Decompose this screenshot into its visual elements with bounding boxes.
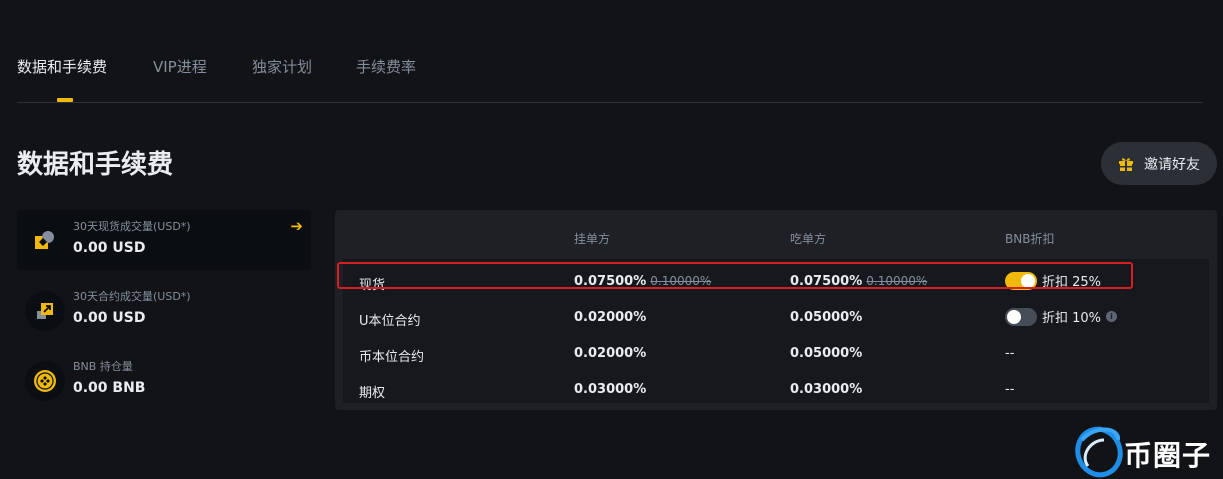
gift-icon bbox=[1118, 156, 1134, 172]
stat-value: 0.00 BNB bbox=[73, 380, 146, 396]
header-taker: 吃单方 bbox=[790, 232, 827, 246]
invite-friends-button[interactable]: 邀请好友 bbox=[1101, 142, 1217, 185]
bnb-discount: 折扣 10% i bbox=[1005, 307, 1118, 326]
tab-data-and-fees[interactable]: 数据和手续费 bbox=[17, 56, 107, 77]
stat-spot-volume[interactable]: 30天现货成交量(USD*) 0.00 USD ➔ bbox=[17, 210, 311, 270]
table-row: 期权 0.03000% 0.03000% -- bbox=[335, 372, 1217, 408]
tab-fee-rates[interactable]: 手续费率 bbox=[356, 56, 416, 77]
spot-volume-icon bbox=[25, 221, 65, 261]
taker-fee: 0.05000% bbox=[790, 346, 863, 361]
taker-fee: 0.05000% bbox=[790, 310, 863, 325]
invite-friends-label: 邀请好友 bbox=[1144, 156, 1200, 173]
watermark-text: 币圈子 bbox=[1124, 439, 1212, 472]
stat-value: 0.00 USD bbox=[73, 310, 146, 326]
highlight-box bbox=[337, 262, 1133, 289]
fee-table: 挂单方 吃单方 BNB折扣 现货 0.07500% 0.10000% 0.0750… bbox=[335, 210, 1217, 410]
bnb-discount-toggle[interactable] bbox=[1005, 307, 1037, 326]
table-row: 币本位合约 0.02000% 0.05000% -- bbox=[335, 336, 1217, 372]
info-icon[interactable]: i bbox=[1106, 311, 1118, 322]
taker-fee: 0.03000% bbox=[790, 382, 863, 397]
watermark: 币圈子 bbox=[1072, 420, 1222, 479]
row-name: U本位合约 bbox=[359, 314, 421, 329]
header-maker: 挂单方 bbox=[574, 232, 611, 246]
stat-label: 30天合约成交量(USD*) bbox=[73, 290, 191, 303]
tab-vip-progress[interactable]: VIP进程 bbox=[153, 56, 207, 77]
page-title: 数据和手续费 bbox=[17, 150, 174, 180]
bnb-discount: -- bbox=[1005, 382, 1015, 397]
maker-fee: 0.03000% bbox=[574, 382, 647, 397]
row-name: 币本位合约 bbox=[359, 350, 425, 365]
stat-value: 0.00 USD bbox=[73, 240, 146, 256]
stat-bnb-holdings[interactable]: BNB 持仓量 0.00 BNB bbox=[17, 350, 311, 410]
watermark-logo-icon bbox=[1075, 426, 1123, 478]
stat-label: BNB 持仓量 bbox=[73, 360, 133, 373]
maker-fee: 0.02000% bbox=[574, 310, 647, 325]
maker-fee: 0.02000% bbox=[574, 346, 647, 361]
bnb-discount-label: 折扣 10% bbox=[1042, 311, 1102, 326]
stat-label: 30天现货成交量(USD*) bbox=[73, 220, 191, 233]
futures-volume-icon bbox=[25, 291, 65, 331]
active-tab-indicator bbox=[57, 98, 73, 102]
tab-bar: 数据和手续费 VIP进程 独家计划 手续费率 bbox=[17, 56, 1203, 103]
table-row: U本位合约 0.02000% 0.05000% 折扣 10% i bbox=[335, 300, 1217, 336]
stat-futures-volume[interactable]: 30天合约成交量(USD*) 0.00 USD bbox=[17, 280, 311, 340]
arrow-right-icon[interactable]: ➔ bbox=[290, 217, 303, 235]
tab-exclusive-programs[interactable]: 独家计划 bbox=[252, 56, 312, 77]
bnb-coin-icon bbox=[25, 361, 65, 401]
bnb-discount: -- bbox=[1005, 346, 1015, 361]
row-name: 期权 bbox=[359, 386, 386, 401]
header-bnb-discount: BNB折扣 bbox=[1005, 232, 1055, 246]
